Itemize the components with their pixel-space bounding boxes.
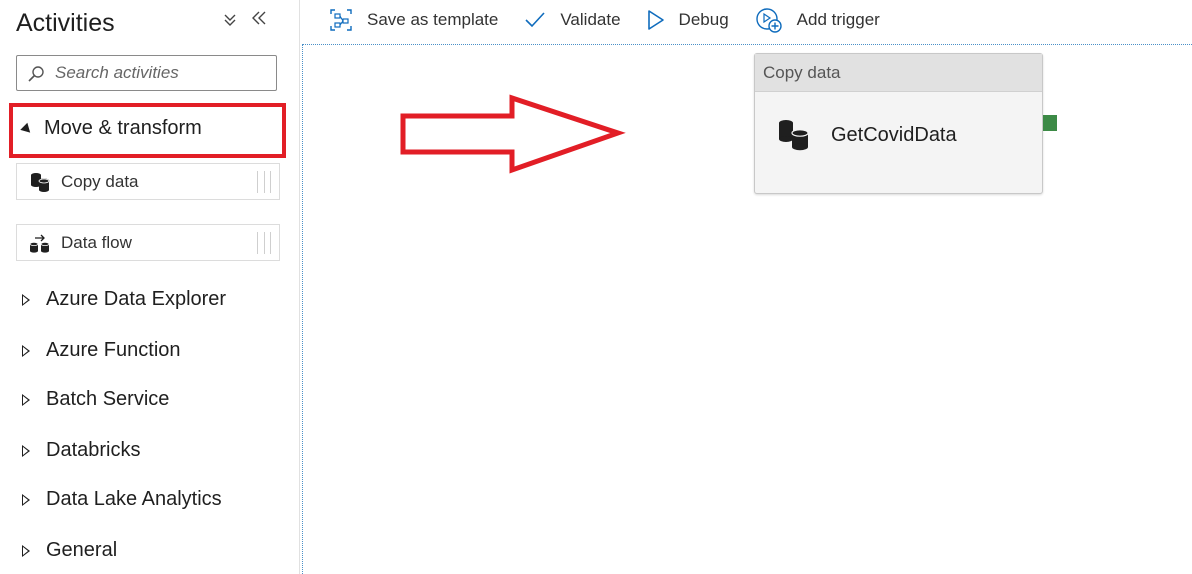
category-label: Azure Function	[46, 339, 181, 361]
category-azure-function[interactable]: Azure Function	[22, 339, 181, 362]
activity-label: Data flow	[61, 232, 132, 252]
category-label: General	[46, 539, 118, 561]
drag-handle-icon[interactable]	[257, 232, 271, 254]
validate-button[interactable]: Validate	[524, 0, 621, 40]
category-label: Azure Data Explorer	[46, 288, 227, 310]
activity-data-flow[interactable]: Data flow	[16, 224, 280, 261]
pipeline-toolbar: Save as template Validate Debug Add trig…	[301, 0, 1192, 40]
template-icon	[330, 9, 352, 31]
category-data-lake-analytics[interactable]: Data Lake Analytics	[22, 488, 222, 511]
search-input[interactable]	[55, 62, 265, 84]
add-trigger-icon	[755, 8, 782, 33]
category-label: Data Lake Analytics	[46, 488, 222, 510]
search-activities-box[interactable]	[16, 55, 277, 91]
toolbar-label: Save as template	[367, 10, 499, 29]
activity-label: Copy data	[61, 171, 139, 191]
category-azure-data-explorer[interactable]: Azure Data Explorer	[22, 288, 226, 311]
category-batch-service[interactable]: Batch Service	[22, 388, 169, 411]
debug-button[interactable]: Debug	[647, 0, 729, 40]
collapsed-triangle-icon	[22, 293, 30, 306]
activity-name: GetCovidData	[831, 124, 957, 146]
category-move-transform[interactable]: Move & transform	[20, 117, 202, 140]
collapsed-triangle-icon	[22, 344, 30, 357]
category-label: Databricks	[46, 439, 141, 461]
search-icon	[28, 66, 44, 82]
toolbar-label: Validate	[560, 10, 621, 29]
data-flow-icon	[29, 234, 50, 253]
copy-data-icon	[779, 120, 809, 151]
toolbar-label: Add trigger	[796, 10, 880, 29]
category-databricks[interactable]: Databricks	[22, 439, 140, 462]
save-as-template-button[interactable]: Save as template	[329, 0, 498, 40]
add-trigger-button[interactable]: Add trigger	[755, 0, 880, 40]
collapsed-triangle-icon	[22, 493, 30, 506]
copy-data-activity-node[interactable]: Copy data GetCovidData	[754, 53, 1043, 194]
category-label: Move & transform	[44, 117, 202, 139]
checkmark-icon	[525, 12, 545, 28]
copy-data-icon	[31, 172, 50, 192]
toolbar-label: Debug	[678, 10, 729, 29]
expanded-triangle-icon	[20, 122, 34, 137]
success-output-port[interactable]	[1043, 115, 1057, 131]
collapsed-triangle-icon	[22, 544, 30, 557]
category-label: Batch Service	[46, 388, 170, 410]
collapse-all-icon[interactable]	[222, 12, 238, 33]
drag-handle-icon[interactable]	[257, 171, 271, 193]
node-type-label: Copy data	[755, 54, 1042, 92]
collapsed-triangle-icon	[22, 444, 30, 457]
collapsed-triangle-icon	[22, 393, 30, 406]
hide-pane-icon[interactable]	[251, 10, 267, 32]
activities-title: Activities	[16, 9, 115, 37]
activities-pane: Activities Move & transform Copy data	[0, 0, 300, 574]
play-icon	[647, 10, 664, 30]
activity-copy-data[interactable]: Copy data	[16, 163, 280, 200]
category-general[interactable]: General	[22, 539, 117, 562]
red-arrow-icon	[400, 94, 626, 174]
